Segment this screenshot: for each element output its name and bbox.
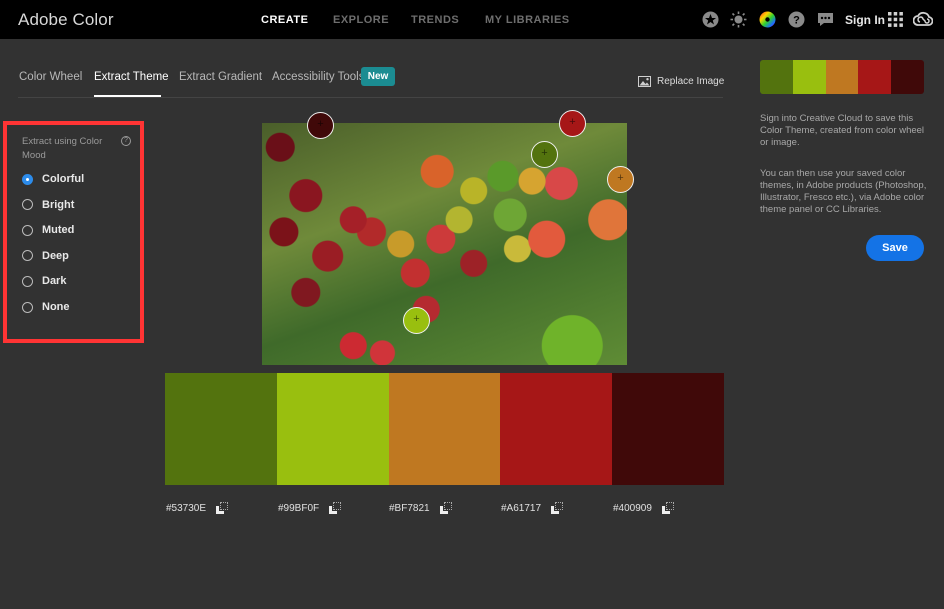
hex-code-item: #99BF0F	[278, 502, 342, 514]
mood-option-label: Dark	[42, 275, 67, 288]
save-info: You can then use your saved color themes…	[760, 168, 927, 215]
mood-option-muted[interactable]: Muted	[22, 224, 74, 236]
tab-accessibility-tools[interactable]: Accessibility Tools	[272, 71, 364, 83]
radio-button[interactable]	[22, 224, 33, 236]
mood-option-deep[interactable]: Deep	[22, 250, 69, 262]
swatch[interactable]	[388, 373, 501, 485]
hex-code[interactable]: #99BF0F	[278, 503, 319, 514]
source-image	[262, 123, 627, 365]
creative-cloud-icon[interactable]	[913, 11, 933, 28]
tab-extract-theme[interactable]: Extract Theme	[94, 71, 169, 83]
color-picker-handle[interactable]	[307, 112, 334, 139]
radio-button[interactable]	[22, 250, 33, 262]
brand-logo[interactable]: Adobe Color	[18, 10, 114, 30]
preview-swatch	[792, 60, 826, 94]
svg-text:?: ?	[793, 15, 800, 27]
hex-code-item: #BF7821	[389, 502, 452, 514]
color-mood-panel: Extract using Color Mood ? Colorful Brigh…	[3, 121, 144, 343]
hex-code[interactable]: #400909	[613, 503, 652, 514]
mood-option-label: Muted	[42, 224, 75, 237]
mood-panel-title: Extract using Color Mood	[22, 136, 103, 161]
copy-icon[interactable]	[551, 502, 564, 514]
nav-my-libraries[interactable]: MY LIBRARIES	[485, 14, 570, 26]
preview-swatch	[891, 60, 924, 94]
preview-swatch	[760, 60, 793, 94]
hex-code-item: #400909	[613, 502, 674, 514]
copy-icon[interactable]	[661, 502, 674, 514]
replace-image-label: Replace Image	[657, 76, 725, 87]
top-bar: Adobe Color CREATE EXPLORE TRENDS MY LIB…	[0, 0, 944, 39]
radio-button[interactable]	[22, 275, 33, 287]
mood-help-icon[interactable]: ?	[121, 136, 131, 146]
radio-button[interactable]	[22, 199, 33, 211]
image-icon	[638, 76, 651, 87]
preview-swatch	[858, 60, 892, 94]
mood-option-label: Colorful	[42, 173, 85, 185]
theme-swatches	[165, 373, 724, 485]
mood-option-bright[interactable]: Bright	[22, 199, 74, 211]
sign-in-info: Sign into Creative Cloud to save this Co…	[760, 113, 925, 148]
new-badge: New	[361, 67, 395, 86]
color-picker-handle[interactable]	[403, 307, 430, 334]
hex-code[interactable]: #A61717	[501, 503, 541, 514]
color-picker-handle[interactable]	[607, 166, 634, 193]
save-button[interactable]: Save	[866, 235, 924, 261]
mood-option-dark[interactable]: Dark	[22, 275, 66, 287]
nav-create[interactable]: CREATE	[261, 14, 308, 26]
hex-code[interactable]: #BF7821	[389, 503, 430, 514]
mood-option-label: None	[42, 301, 70, 313]
nav-explore[interactable]: EXPLORE	[333, 14, 389, 26]
swatch[interactable]	[500, 373, 613, 485]
star-badge-icon[interactable]	[702, 11, 719, 28]
copy-icon[interactable]	[216, 502, 229, 514]
replace-image-button[interactable]: Replace Image	[638, 76, 724, 87]
swatch[interactable]	[612, 373, 724, 485]
nav-trends[interactable]: TRENDS	[411, 14, 459, 26]
preview-swatch	[825, 60, 859, 94]
color-picker-handle[interactable]	[531, 141, 558, 168]
chat-icon[interactable]	[817, 11, 834, 28]
apps-grid-icon[interactable]	[887, 11, 904, 28]
color-wheel-icon[interactable]	[759, 11, 776, 28]
copy-icon[interactable]	[329, 502, 342, 514]
help-icon[interactable]: ?	[788, 11, 805, 28]
radio-button[interactable]	[22, 301, 33, 313]
radio-button[interactable]	[22, 173, 33, 185]
tab-color-wheel[interactable]: Color Wheel	[19, 71, 82, 83]
mood-option-label: Bright	[42, 198, 75, 211]
mood-option-none[interactable]: None	[22, 301, 70, 313]
swatch[interactable]	[165, 373, 277, 485]
tab-extract-gradient[interactable]: Extract Gradient	[179, 71, 262, 83]
tabs-divider	[18, 97, 723, 98]
hex-code-item: #A61717	[501, 502, 564, 514]
sign-in-link[interactable]: Sign In	[845, 13, 885, 27]
color-picker-handle[interactable]	[559, 110, 586, 137]
copy-icon[interactable]	[439, 502, 452, 514]
mood-option-label: Deep	[42, 249, 69, 262]
hex-code[interactable]: #53730E	[166, 503, 206, 514]
theme-preview	[760, 60, 924, 94]
swatch[interactable]	[276, 373, 389, 485]
hex-code-item: #53730E	[166, 502, 229, 514]
mood-option-colorful[interactable]: Colorful	[22, 173, 84, 185]
brightness-icon[interactable]	[730, 11, 747, 28]
